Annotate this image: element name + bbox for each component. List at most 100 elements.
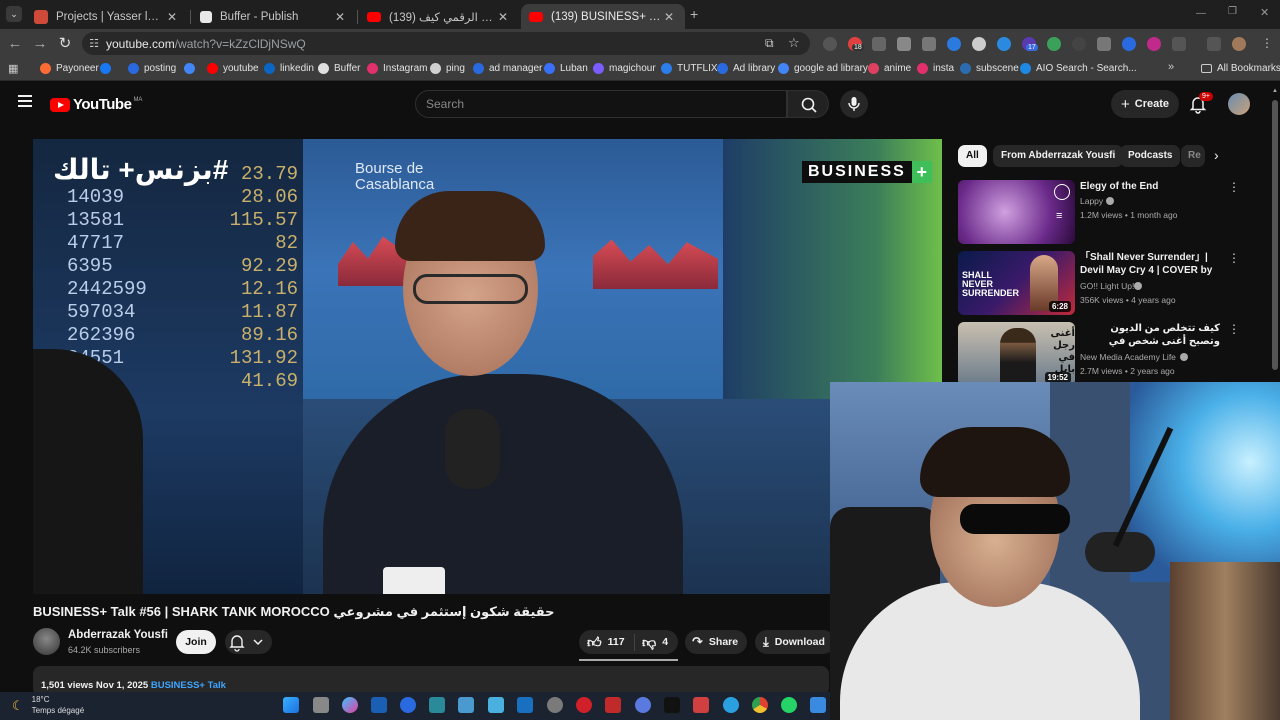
recommended-channel[interactable]: GO!! Light Up! (1080, 281, 1134, 291)
share-button[interactable]: ↷ Share (685, 630, 747, 654)
bookmark-star-icon[interactable]: ☆ (788, 35, 800, 51)
app-icon[interactable] (810, 697, 826, 713)
recommended-channel[interactable]: Lappy (1080, 196, 1103, 206)
add-to-queue-icon[interactable]: ≡ (1056, 210, 1062, 222)
extension-icon[interactable] (1122, 37, 1136, 51)
extension-icon[interactable] (922, 37, 936, 51)
reload-icon[interactable]: ↻ (55, 34, 75, 54)
chrome-icon[interactable] (752, 697, 768, 713)
extension-icon[interactable] (872, 37, 886, 51)
reading-list-icon[interactable] (1207, 37, 1221, 51)
bookmark-item[interactable]: Luban (544, 63, 588, 74)
task-view-icon[interactable] (313, 697, 329, 713)
install-app-icon[interactable]: ⧉ (765, 36, 774, 51)
extension-icon[interactable] (997, 37, 1011, 51)
bookmark-item[interactable]: youtube (207, 63, 259, 74)
video-player[interactable]: Bourse de Casablanca 14039 13581 47717 6395… (33, 139, 942, 594)
bookmark-item[interactable]: TUTFLIX (661, 63, 718, 74)
chip-from-channel[interactable]: From Abderrazak Yousfi (993, 145, 1124, 167)
chip-podcasts[interactable]: Podcasts (1120, 145, 1181, 167)
extension-icon[interactable] (947, 37, 961, 51)
bookmark-item[interactable]: insta (917, 63, 954, 74)
bookmark-item[interactable]: Ad library (717, 63, 775, 74)
chip-recent[interactable]: Re (1181, 145, 1205, 167)
recommended-video[interactable]: ≡ Elegy of the End Lappy 1.2M views • 1 … (958, 180, 1248, 244)
bookmark-item[interactable]: linkedin (264, 63, 314, 74)
like-button[interactable]: 👍︎ 117 (579, 633, 635, 651)
video-thumbnail[interactable]: ≡ (958, 180, 1075, 244)
bookmark-item[interactable]: subscene (960, 63, 1019, 74)
new-tab-button[interactable]: + (690, 6, 698, 22)
extension-icon[interactable] (1047, 37, 1061, 51)
bookmark-item[interactable]: ad manager (473, 63, 542, 74)
close-tab-icon[interactable]: ✕ (661, 10, 677, 24)
extension-icon[interactable] (1072, 37, 1086, 51)
extension-icon[interactable] (897, 37, 911, 51)
opera-icon[interactable] (576, 697, 592, 713)
browser-tab[interactable]: (139) وكالة التسويق الرقمي كيف ✕ (359, 4, 519, 29)
bookmark-item[interactable] (184, 63, 200, 74)
search-input[interactable]: Search (415, 90, 787, 118)
more-actions-icon[interactable]: ⋮ (1228, 322, 1240, 336)
recommended-video[interactable]: أغنى رجل في بابل 19:52 كيف تتخلص من الديو… (958, 322, 1248, 386)
settings-gear-icon[interactable] (547, 697, 563, 713)
page-scrollbar[interactable]: ▲ (1272, 88, 1278, 378)
extension-icon[interactable] (1147, 37, 1161, 51)
bookmark-item[interactable]: Buffer (318, 63, 361, 74)
video-thumbnail[interactable]: SHALL NEVER SURRENDER 6:28 (958, 251, 1075, 315)
chip-all[interactable]: All (958, 145, 987, 167)
close-tab-icon[interactable]: ✕ (495, 10, 511, 24)
more-actions-icon[interactable]: ⋮ (1228, 251, 1240, 265)
apps-grid-icon[interactable]: ▦ (8, 62, 18, 75)
extension-icon[interactable] (972, 37, 986, 51)
recommended-title[interactable]: 「Shall Never Surrender」| Devil May Cry 4… (1080, 251, 1220, 277)
search-button[interactable] (787, 90, 829, 118)
hashtag-link[interactable]: BUSINESS+ Talk (151, 680, 226, 691)
close-tab-icon[interactable]: ✕ (332, 10, 348, 24)
app-icon[interactable] (458, 697, 474, 713)
channel-name[interactable]: Abderrazak Yousfi (68, 629, 168, 641)
telegram-icon[interactable] (723, 697, 739, 713)
bookmark-item[interactable]: ping (430, 63, 465, 74)
join-button[interactable]: Join (176, 630, 216, 654)
extension-icon[interactable] (823, 37, 837, 51)
profile-avatar-icon[interactable] (1232, 37, 1246, 51)
bookmark-item[interactable]: anime (868, 63, 911, 74)
recommended-title[interactable]: Elegy of the End (1080, 180, 1220, 193)
app-icon[interactable] (635, 697, 651, 713)
all-bookmarks-folder[interactable]: All Bookmarks (1201, 63, 1280, 74)
close-window-icon[interactable]: ✕ (1260, 6, 1269, 19)
more-bookmarks-icon[interactable]: » (1168, 61, 1174, 73)
recommended-video[interactable]: SHALL NEVER SURRENDER 6:28 「Shall Never Su… (958, 251, 1248, 315)
extension-icon[interactable] (1097, 37, 1111, 51)
recommended-channel[interactable]: New Media Academy Life (1080, 352, 1176, 362)
mail-icon[interactable] (517, 697, 533, 713)
hamburger-menu-icon[interactable] (18, 95, 32, 107)
bookmark-item[interactable]: google ad library (778, 63, 868, 74)
chevron-right-icon[interactable]: › (1214, 147, 1219, 163)
app-icon[interactable] (371, 697, 387, 713)
app-icon[interactable] (693, 697, 709, 713)
extensions-puzzle-icon[interactable] (1172, 37, 1186, 51)
browser-tab[interactable]: Buffer - Publish ✕ (192, 4, 356, 29)
channel-avatar[interactable] (33, 628, 60, 655)
forward-icon[interactable]: → (30, 34, 50, 54)
whatsapp-icon[interactable] (781, 697, 797, 713)
tiktok-icon[interactable] (664, 697, 680, 713)
minimize-icon[interactable]: — (1196, 8, 1206, 19)
subscription-notifications-button[interactable] (225, 630, 272, 654)
browser-tab[interactable]: Projects | Yasser lemfeddel's W… ✕ (26, 4, 188, 29)
browser-tab-active[interactable]: (139) BUSINESS+ Talk #56 | SHA ✕ (521, 4, 685, 29)
back-icon[interactable]: ← (5, 34, 25, 54)
close-tab-icon[interactable]: ✕ (164, 10, 180, 24)
bookmark-item[interactable] (100, 63, 116, 74)
more-actions-icon[interactable]: ⋮ (1228, 180, 1240, 194)
youtube-logo[interactable]: YouTube MA (50, 96, 142, 113)
app-icon[interactable] (429, 697, 445, 713)
watch-later-icon[interactable] (1054, 184, 1070, 200)
site-info-icon[interactable]: ☷ (82, 37, 106, 50)
voice-search-button[interactable] (840, 90, 868, 118)
copilot-icon[interactable] (342, 697, 358, 713)
app-icon[interactable] (488, 697, 504, 713)
browser-menu-icon[interactable]: ⋮ (1261, 36, 1273, 50)
